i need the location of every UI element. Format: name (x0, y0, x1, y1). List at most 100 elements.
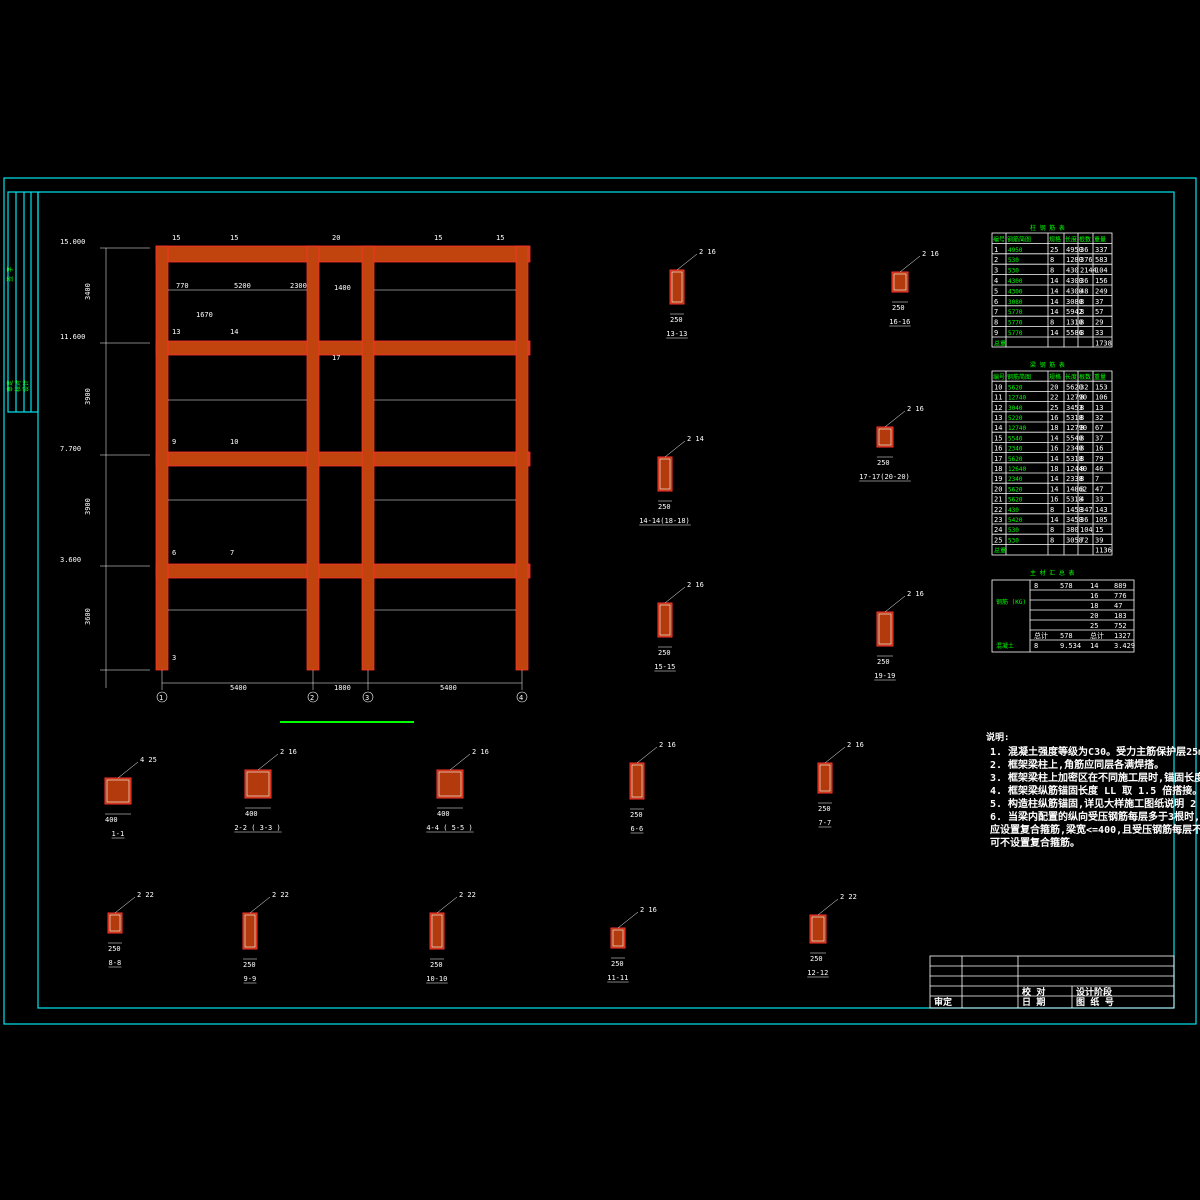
section-width: 400 (105, 816, 118, 824)
leader-line (884, 410, 906, 428)
summary-cell: 8 (1034, 582, 1038, 590)
table-header: 重量 (1094, 373, 1106, 381)
beam-mark: 15 (496, 234, 504, 242)
leader-line (617, 911, 639, 929)
summary-row-label: 钢筋 (KG) (996, 598, 1026, 606)
column-axis-1 (155, 245, 169, 671)
leader-line (664, 586, 686, 604)
table-cell: 25 (994, 536, 1002, 544)
roof-beam (155, 245, 531, 263)
section-outline (809, 914, 827, 944)
table-cell: 10 (994, 383, 1002, 391)
section-width: 400 (245, 810, 258, 818)
rebar-callout: 2 16 (640, 906, 657, 914)
section-detail: 2 14 250 14-14(18-18) (639, 435, 704, 526)
level-label: 11.600 (60, 333, 85, 341)
table-cell: 39 (1095, 536, 1103, 544)
summary-cell: 25 (1090, 622, 1098, 630)
table-cell: 8 (1050, 319, 1054, 327)
table-cell: 3080 (1008, 299, 1023, 306)
bay-dim: 1800 (334, 684, 351, 692)
table-cell: 18 (994, 465, 1002, 473)
summary-cell: 总计 (1034, 631, 1048, 640)
table-cell: 21 (994, 496, 1002, 504)
section-outline (244, 769, 272, 799)
table-cell: 33 (1095, 496, 1103, 504)
table-cell: 14 (1050, 308, 1058, 316)
table-cell: 5770 (1008, 330, 1023, 337)
floor-beam (155, 340, 531, 356)
section-width: 400 (437, 810, 450, 818)
rebar-callout: 2 22 (137, 891, 154, 899)
table-cell: 12640 (1008, 466, 1026, 473)
level-label: 7.700 (60, 445, 81, 453)
section-label: 17-17(20-20) (859, 473, 910, 481)
concrete-cell: 3.429 (1114, 642, 1135, 650)
strip-label: 核对 (14, 380, 22, 392)
table-cell: 8 (1050, 506, 1054, 514)
table-cell: 14 (1050, 329, 1058, 337)
summary-cell: 889 (1114, 582, 1127, 590)
summary-cell: 1327 (1114, 632, 1131, 640)
table-cell: 8 (1080, 424, 1084, 432)
beam-mark: 20 (332, 234, 340, 242)
table-cell: 14 (1050, 277, 1058, 285)
bay-dim: 5400 (440, 684, 457, 692)
rebar-mark: 10 (230, 438, 238, 446)
table-cell: 14 (1050, 516, 1058, 524)
summary-cell: 578 (1060, 582, 1073, 590)
table-cell: 6 (994, 298, 998, 306)
section-outline (891, 271, 909, 293)
rebar-callout: 2 16 (280, 748, 297, 756)
beam-mark: 15 (172, 234, 180, 242)
table-cell: 5620 (1008, 486, 1023, 493)
table-cell: 8 (1080, 445, 1084, 453)
section-detail: 2 16 250 7-7 (817, 741, 864, 828)
table-cell: 13 (994, 414, 1002, 422)
concrete-cell: 14 (1090, 642, 1098, 650)
table-cell: 37 (1095, 298, 1103, 306)
rebar-callout: 2 22 (840, 893, 857, 901)
left-strip: 签 字 审定 核对 设计 (6, 191, 39, 413)
section-detail: 2 16 250 11-11 (607, 906, 657, 983)
storey-dim: 3900 (84, 498, 92, 515)
table-cell: 20 (1050, 383, 1058, 391)
section-outline (104, 777, 132, 805)
section-width: 250 (611, 960, 624, 968)
rebar-mark: 14 (230, 328, 238, 336)
section-label: 15-15 (654, 663, 675, 671)
rebar-mark: 17 (332, 354, 340, 362)
table-cell: 376 (1080, 256, 1093, 264)
table-cell: 16 (994, 445, 1002, 453)
axis-label: 4 (519, 694, 523, 702)
table-cell: 347 (1080, 506, 1093, 514)
section-width: 250 (877, 658, 890, 666)
cad-drawing-sheet: 签 字 审定 核对 设计 15.000 11.600 7.700 3.600 3… (3, 177, 1200, 1025)
table-cell: 2 (994, 256, 998, 264)
table-cell: 430 (1008, 507, 1019, 514)
leader-line (449, 753, 471, 771)
section-width: 250 (630, 811, 643, 819)
table-cell: 4 (994, 277, 998, 285)
table-cell: 11 (994, 394, 1002, 402)
rebar-callout: 4 25 (140, 756, 157, 764)
table-header: 编号 (993, 373, 1005, 381)
section-label: 13-13 (666, 330, 687, 338)
section-label: 14-14(18-18) (639, 517, 690, 525)
table-cell: 18 (1050, 465, 1058, 473)
title-cell: 日 期 (1022, 996, 1045, 1008)
table-cell: 20 (994, 485, 1002, 493)
section-outline (876, 611, 894, 647)
table-cell: 48 (1080, 287, 1088, 295)
table-cell: 7 (994, 308, 998, 316)
summary-cell: 752 (1114, 622, 1127, 630)
section-outline (436, 769, 464, 799)
section-width: 250 (658, 649, 671, 657)
table-cell: 104 (1095, 267, 1108, 275)
table-cell: 79 (1095, 455, 1103, 463)
table-cell: 8 (1080, 414, 1084, 422)
table-cell: 14 (1050, 475, 1058, 483)
table-title: 柱 钢 筋 表 (1030, 224, 1065, 232)
table-cell: 380 (1066, 526, 1079, 534)
title-cell: 设计阶段 (1076, 986, 1113, 998)
